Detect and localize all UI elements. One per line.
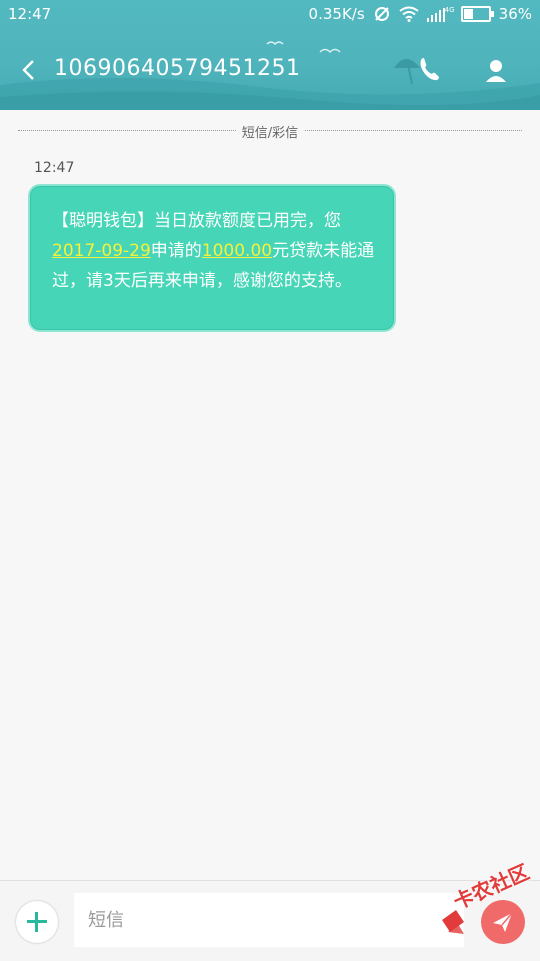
message-amount-link[interactable]: 1000.00	[202, 241, 272, 261]
message-text-part1: 【聪明钱包】当日放款额度已用完，您	[52, 211, 341, 231]
battery-icon	[460, 6, 494, 22]
contact-icon[interactable]	[478, 54, 514, 90]
wifi-icon	[399, 6, 419, 22]
battery-percent: 36%	[498, 5, 532, 23]
sms-input[interactable]	[74, 893, 464, 947]
status-bar: 12:47 0.35K/s 4G 36%	[0, 0, 540, 28]
contact-number-title: 10690640579451251	[54, 56, 301, 81]
message-date-link[interactable]: 2017-09-29	[52, 241, 151, 261]
status-indicators: 0.35K/s 4G 36%	[309, 5, 532, 23]
channel-divider: 短信/彩信	[18, 122, 522, 141]
plus-icon[interactable]	[16, 901, 58, 943]
title-bar: 10690640579451251	[0, 40, 540, 100]
cell-signal-icon: 4G	[426, 6, 455, 22]
message-text-part2: 申请的	[150, 241, 202, 261]
channel-label: 短信/彩信	[235, 122, 305, 141]
message-timestamp: 12:47	[34, 160, 75, 176]
network-speed: 0.35K/s	[308, 5, 365, 23]
signal-label: 4G	[444, 6, 455, 14]
phone-icon[interactable]	[390, 50, 450, 90]
back-arrow-icon[interactable]	[16, 56, 44, 84]
app-header: 12:47 0.35K/s 4G 36% 10690640579451251	[0, 0, 540, 110]
message-bubble[interactable]: 【聪明钱包】当日放款额度已用完，您2017-09-29申请的1000.00元贷款…	[28, 184, 396, 332]
sync-off-icon	[374, 7, 389, 21]
send-icon[interactable]	[481, 900, 525, 944]
send-arrow-icon	[493, 912, 513, 932]
status-time: 12:47	[8, 5, 52, 23]
